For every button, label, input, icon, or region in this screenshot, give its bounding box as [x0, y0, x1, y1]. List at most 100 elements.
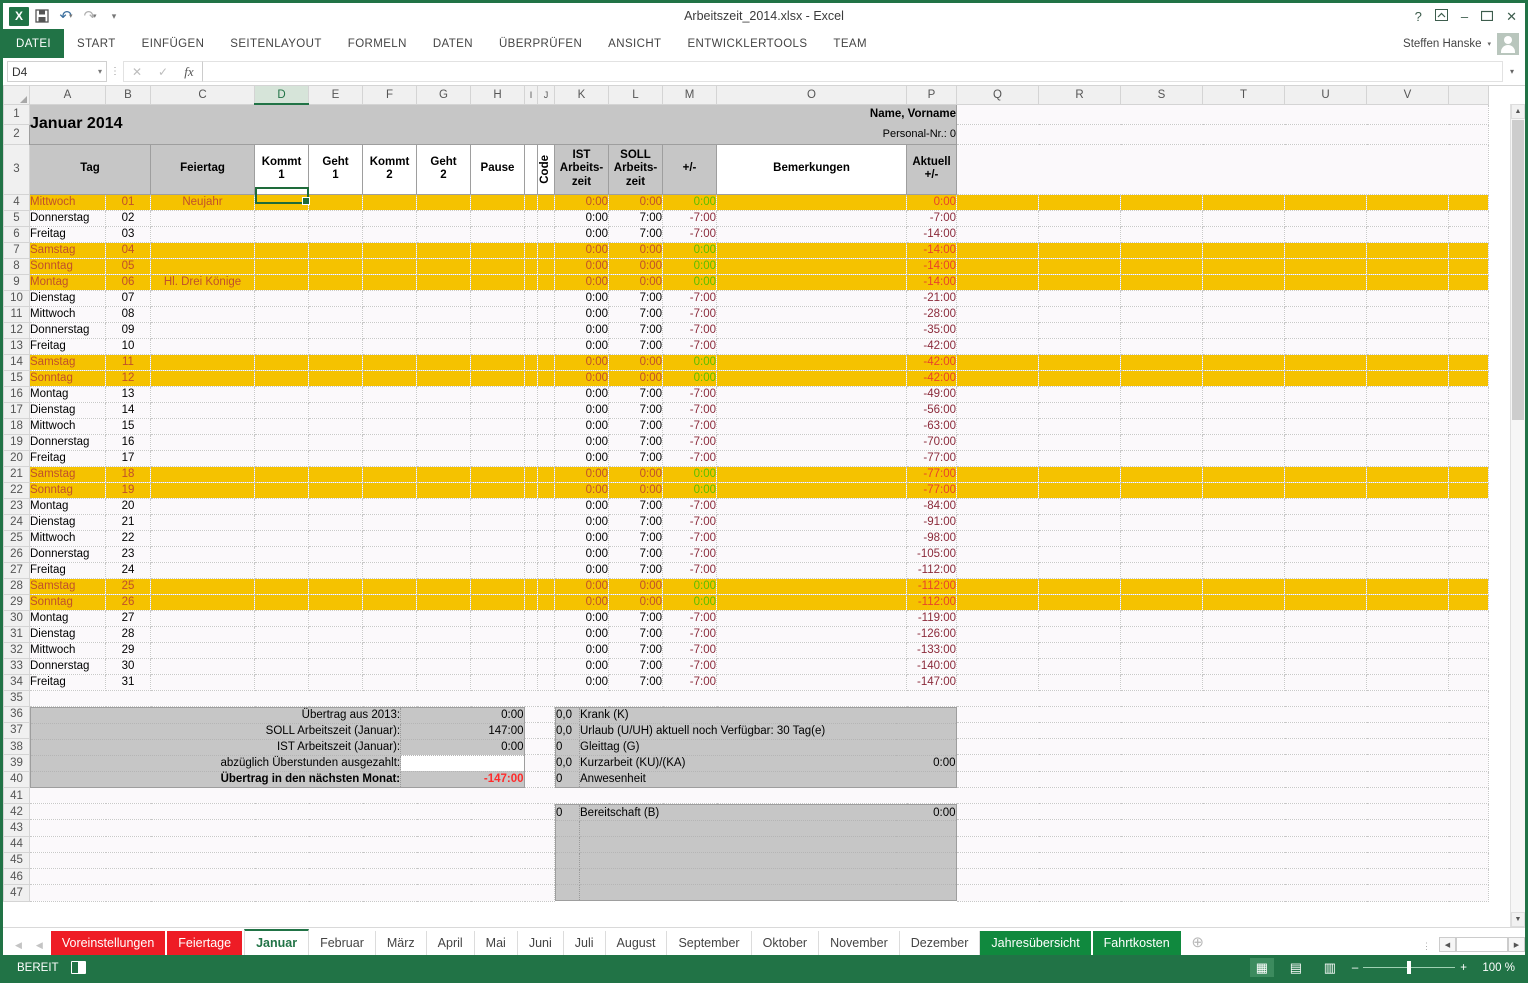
empty-cell[interactable] — [556, 885, 580, 901]
personal-nr-cell[interactable]: Personal-Nr.: 0 — [555, 124, 957, 144]
empty-cell[interactable] — [957, 578, 1039, 594]
cell-pause[interactable] — [471, 482, 525, 498]
cell-geht1[interactable] — [309, 594, 363, 610]
table-header-geht2[interactable]: Geht2 — [417, 144, 471, 194]
cell-spacer[interactable] — [525, 450, 538, 466]
empty-cell[interactable] — [957, 274, 1039, 290]
empty-cell[interactable] — [1367, 514, 1449, 530]
cell-code[interactable] — [538, 482, 555, 498]
empty-cell[interactable] — [1121, 338, 1203, 354]
formula-input[interactable] — [202, 61, 1503, 82]
cell-code[interactable] — [538, 450, 555, 466]
cell-plusminus[interactable]: 0:00 — [663, 258, 717, 274]
summary-right-row[interactable]: 0,0Krank (K) — [556, 707, 957, 723]
empty-cell[interactable] — [1285, 642, 1367, 658]
cell-bemerkungen[interactable] — [717, 434, 907, 450]
row-header-37[interactable]: 37 — [4, 722, 30, 738]
cell-aktuell[interactable]: -77:00 — [907, 450, 957, 466]
cell-kommt2[interactable] — [363, 674, 417, 690]
cell-aktuell[interactable]: -14:00 — [907, 258, 957, 274]
tab-split-grip[interactable]: ⋮ — [1418, 942, 1439, 955]
empty-cell[interactable] — [1285, 306, 1367, 322]
row-header-36[interactable]: 36 — [4, 706, 30, 722]
cell-aktuell[interactable]: -14:00 — [907, 274, 957, 290]
cell-aktuell[interactable]: -147:00 — [907, 674, 957, 690]
empty-cell[interactable] — [957, 755, 1489, 771]
table-header-bemerkungen[interactable]: Bemerkungen — [717, 144, 907, 194]
ribbon-tab-seitenlayout[interactable]: SEITENLAYOUT — [217, 29, 335, 58]
cell-pause[interactable] — [471, 402, 525, 418]
cell-code[interactable] — [538, 386, 555, 402]
empty-cell[interactable] — [1039, 306, 1121, 322]
cell-code[interactable] — [538, 610, 555, 626]
empty-cell[interactable] — [1121, 322, 1203, 338]
cell-geht1[interactable] — [309, 258, 363, 274]
table-row[interactable]: 12Donnerstag090:007:00-7:00-35:00 — [4, 322, 1489, 338]
empty-cell[interactable] — [957, 258, 1039, 274]
empty-cell[interactable] — [30, 836, 555, 852]
cell-soll[interactable]: 0:00 — [609, 194, 663, 210]
cell-date[interactable]: 20 — [106, 498, 151, 514]
cell-holiday[interactable] — [151, 530, 255, 546]
cell-aktuell[interactable]: -14:00 — [907, 242, 957, 258]
cell-bemerkungen[interactable] — [717, 610, 907, 626]
cell-kommt2[interactable] — [363, 274, 417, 290]
table-row[interactable]: 15Sonntag120:000:000:00-42:00 — [4, 370, 1489, 386]
empty-cell[interactable] — [1039, 450, 1121, 466]
cell-soll[interactable]: 7:00 — [609, 642, 663, 658]
row-header-24[interactable]: 24 — [4, 514, 30, 530]
chevron-down-icon[interactable]: ▾ — [98, 67, 102, 76]
empty-cell[interactable] — [957, 144, 1489, 194]
empty-cell[interactable] — [1203, 354, 1285, 370]
cell-pause[interactable] — [471, 434, 525, 450]
cell-date[interactable]: 26 — [106, 594, 151, 610]
empty-cell[interactable] — [1285, 578, 1367, 594]
cell-kommt2[interactable] — [363, 258, 417, 274]
cell-soll[interactable]: 7:00 — [609, 530, 663, 546]
column-header-l[interactable]: L — [609, 86, 663, 104]
cell-geht2[interactable] — [417, 578, 471, 594]
empty-cell[interactable] — [1449, 610, 1489, 626]
cell-kommt2[interactable] — [363, 306, 417, 322]
row-header-40[interactable]: 40 — [4, 771, 30, 787]
view-page-break-icon[interactable]: ▥ — [1318, 958, 1342, 977]
vertical-scrollbar[interactable]: ▲ ▼ — [1510, 104, 1525, 927]
cell-date[interactable]: 04 — [106, 242, 151, 258]
cell-kommt1[interactable] — [255, 306, 309, 322]
row-header-22[interactable]: 22 — [4, 482, 30, 498]
empty-cell[interactable] — [1039, 514, 1121, 530]
empty-cell[interactable] — [1203, 242, 1285, 258]
empty-cell[interactable] — [30, 885, 555, 901]
row-header-7[interactable]: 7 — [4, 242, 30, 258]
empty-cell[interactable] — [1367, 242, 1449, 258]
cell-bemerkungen[interactable] — [717, 402, 907, 418]
cell-kommt2[interactable] — [363, 338, 417, 354]
empty-cell[interactable] — [1203, 386, 1285, 402]
empty-cell[interactable] — [1121, 450, 1203, 466]
empty-cell[interactable] — [1285, 562, 1367, 578]
cell-plusminus[interactable]: -7:00 — [663, 674, 717, 690]
cell-spacer[interactable] — [525, 354, 538, 370]
empty-cell[interactable] — [896, 837, 956, 853]
cell-ist[interactable]: 0:00 — [555, 642, 609, 658]
cell-geht1[interactable] — [309, 450, 363, 466]
cell-code[interactable] — [538, 626, 555, 642]
cell-code[interactable] — [538, 546, 555, 562]
cell-aktuell[interactable]: -56:00 — [907, 402, 957, 418]
cell-aktuell[interactable]: -42:00 — [907, 370, 957, 386]
table-header-ist[interactable]: ISTArbeits-zeit — [555, 144, 609, 194]
empty-cell[interactable] — [1121, 626, 1203, 642]
summary-right-row[interactable]: 0,0Kurzarbeit (KU)/(KA)0:00 — [556, 755, 957, 771]
vertical-scroll-thumb[interactable] — [1512, 120, 1524, 420]
cell-plusminus[interactable]: -7:00 — [663, 418, 717, 434]
cell-code[interactable] — [538, 530, 555, 546]
row-header-33[interactable]: 33 — [4, 658, 30, 674]
cell-spacer[interactable] — [525, 434, 538, 450]
empty-cell[interactable] — [1449, 418, 1489, 434]
empty-cell[interactable] — [1285, 290, 1367, 306]
empty-cell[interactable] — [1203, 274, 1285, 290]
cell-day[interactable]: Samstag — [30, 578, 106, 594]
empty-cell[interactable] — [1121, 674, 1203, 690]
cell-geht1[interactable] — [309, 210, 363, 226]
table-row[interactable]: 4Mittwoch01Neujahr0:000:000:000:00 — [4, 194, 1489, 210]
